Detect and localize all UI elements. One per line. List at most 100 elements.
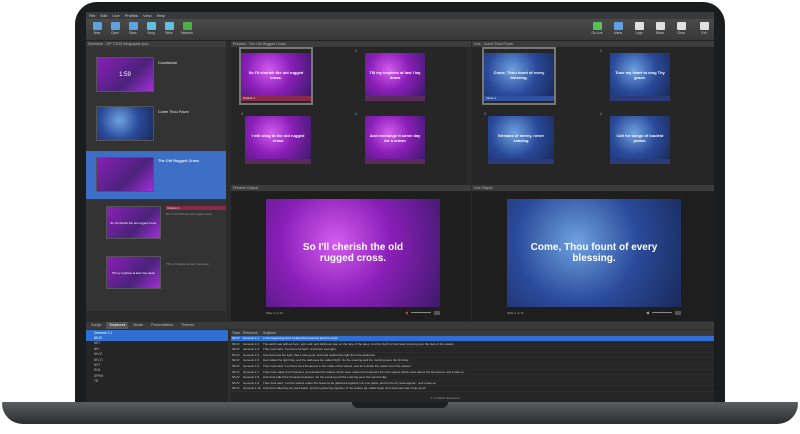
live-slide[interactable]: Come, Thou fount of every blessing. Vers… xyxy=(482,47,556,105)
library-tabs: Songs Scriptures Media Presentations The… xyxy=(86,322,714,329)
sub-slide-text: Till my trophies at last I lay down xyxy=(166,262,210,266)
tab-themes[interactable]: Themes xyxy=(178,322,197,329)
slide-image: Call for songs of loudest praise. xyxy=(610,116,670,159)
reference-count: 1 of 31102 references xyxy=(431,396,460,400)
live-output-controls: Slide 1 of 12 ◀ xyxy=(507,309,681,316)
bible-button[interactable]: Bible xyxy=(161,21,177,39)
menu-profiles[interactable]: Profiles xyxy=(125,13,138,18)
volume-slider[interactable] xyxy=(411,312,431,313)
version-item[interactable]: TB xyxy=(86,379,228,384)
menu-bar: File Edit Live Profiles View Help xyxy=(86,12,714,19)
live-output: Come, Thou fount of every blessing. Slid… xyxy=(472,191,714,321)
table-row[interactable]: NKJV Genesis 1:10 And God called the dry l… xyxy=(231,386,714,392)
save-button[interactable]: Save xyxy=(125,21,141,39)
schedule-item-title: Countdown xyxy=(158,61,178,65)
schedule-item-selected[interactable]: The Old Rugged Cross xyxy=(86,151,226,199)
slide-number: 4 xyxy=(600,112,602,116)
toolbar: New Open Save Song Bible Network Go Live… xyxy=(86,19,714,41)
preview-slide[interactable]: So I'll cherish the old rugged cross. Ch… xyxy=(239,47,313,105)
clear-icon xyxy=(676,22,686,30)
schedule-item[interactable]: Come Thou Fount xyxy=(86,104,226,144)
slide-tag xyxy=(365,96,425,101)
slide-tag xyxy=(365,159,425,164)
menu-help[interactable]: Help xyxy=(157,13,165,18)
preview-slide[interactable]: 3 I will cling to the old rugged cross xyxy=(241,112,311,166)
live-slide-grid: Come, Thou fount of every blessing. Vers… xyxy=(472,47,714,190)
music-icon xyxy=(146,22,156,30)
slide-image: I will cling to the old rugged cross xyxy=(245,116,311,159)
logo-button[interactable]: Logo xyxy=(631,21,647,39)
next-button[interactable] xyxy=(675,310,681,315)
slide-counter: Slide 1 of 12 xyxy=(507,310,524,315)
library-panel: Songs Scriptures Media Presentations The… xyxy=(86,322,714,402)
new-button[interactable]: New xyxy=(89,21,105,39)
new-doc-icon xyxy=(92,22,102,30)
preview-slide[interactable]: 2 Till my trophies at last I lay down xyxy=(355,49,425,103)
slide-number: 2 xyxy=(600,49,602,53)
volume-slider[interactable] xyxy=(652,312,672,313)
slide-number: 2 xyxy=(355,49,357,53)
screen-icon xyxy=(592,22,602,30)
slide-number: 3 xyxy=(484,112,486,116)
tab-media[interactable]: Media xyxy=(130,322,146,329)
alert-icon xyxy=(613,22,623,30)
schedule-thumb xyxy=(96,157,154,192)
folder-icon xyxy=(110,22,120,30)
bible-version-list: Genesis 1:1 NKJV NET NIV NIV-E NIV-G NVT… xyxy=(86,330,228,402)
volume-icon[interactable]: ◀ xyxy=(405,310,408,315)
alerts-button[interactable]: Alerts xyxy=(610,21,626,39)
schedule-item-title: The Old Rugged Cross xyxy=(158,159,200,163)
live-slide[interactable]: 4 Call for songs of loudest praise. xyxy=(600,112,670,166)
slide-number: 4 xyxy=(355,112,357,116)
slide-tag xyxy=(610,159,670,164)
black-icon xyxy=(655,22,665,30)
exit-button[interactable]: Exit xyxy=(696,21,712,39)
live-output-image: Come, Thou fount of every blessing. xyxy=(507,199,681,307)
preview-output-controls: Slide 1 of 13 ◀ xyxy=(266,309,440,316)
laptop-notch xyxy=(352,402,448,408)
slide-image: Till my trophies at last I lay down xyxy=(365,53,425,96)
slide-tag: Chorus 1 xyxy=(241,96,311,101)
slide-image: Tune my heart to sing Thy grace. xyxy=(610,53,670,96)
menu-file[interactable]: File xyxy=(89,13,95,18)
live-slide[interactable]: 2 Tune my heart to sing Thy grace. xyxy=(600,49,670,103)
slide-tag xyxy=(488,159,554,164)
scripture-table: Trans. Reference Scripture NKJV Genesis 1… xyxy=(231,330,714,402)
sub-slide[interactable]: Till my trophies at last I lay down Till… xyxy=(86,254,226,299)
slide-image: Come, Thou fount of every blessing. xyxy=(484,53,554,96)
schedule-thumb: 1:59 xyxy=(96,57,154,92)
sub-slide[interactable]: So I'll cherish the old rugged cross. Ch… xyxy=(86,204,226,249)
schedule-item[interactable]: 1:59 Countdown xyxy=(86,55,226,95)
menu-live[interactable]: Live xyxy=(112,13,119,18)
volume-icon[interactable]: ◀ xyxy=(646,310,649,315)
clear-button[interactable]: Clear xyxy=(673,21,689,39)
sub-slide-text: So I'll cherish the old rugged cross. xyxy=(166,212,213,216)
slide-counter: Slide 1 of 13 xyxy=(266,310,283,315)
exit-icon xyxy=(699,22,709,30)
logo-icon xyxy=(634,22,644,30)
preview-output: So I'll cherish the old rugged cross. Sl… xyxy=(231,191,471,321)
next-button[interactable] xyxy=(434,310,440,315)
sub-slide-thumb: So I'll cherish the old rugged cross. xyxy=(106,206,161,239)
preview-output-image: So I'll cherish the old rugged cross. xyxy=(266,199,440,307)
song-button[interactable]: Song xyxy=(143,21,159,39)
live-slide[interactable]: 3 Streams of mercy, never ceasing xyxy=(484,112,554,166)
tab-songs[interactable]: Songs xyxy=(88,322,104,329)
sub-slide-thumb: Till my trophies at last I lay down xyxy=(106,256,161,289)
menu-edit[interactable]: Edit xyxy=(100,13,107,18)
slide-image: So I'll cherish the old rugged cross. xyxy=(241,53,311,96)
tab-presentations[interactable]: Presentations xyxy=(148,322,176,329)
open-button[interactable]: Open xyxy=(107,21,123,39)
preview-slide-grid: So I'll cherish the old rugged cross. Ch… xyxy=(231,47,467,190)
black-button[interactable]: Black xyxy=(652,21,668,39)
slide-tag: Verse 1 xyxy=(484,96,554,101)
tab-scriptures[interactable]: Scriptures xyxy=(106,322,129,329)
menu-view[interactable]: View xyxy=(143,13,152,18)
app-window: File Edit Live Profiles View Help New Op… xyxy=(86,12,714,402)
go-live-button[interactable]: Go Live xyxy=(589,21,605,39)
preview-slide[interactable]: 4 And exchange it some day for a crown xyxy=(355,112,425,166)
slide-image: Streams of mercy, never ceasing xyxy=(488,116,554,159)
slide-tag xyxy=(610,96,670,101)
sub-slide-tag: Chorus 1 xyxy=(166,206,226,210)
network-button[interactable]: Network xyxy=(179,21,195,39)
